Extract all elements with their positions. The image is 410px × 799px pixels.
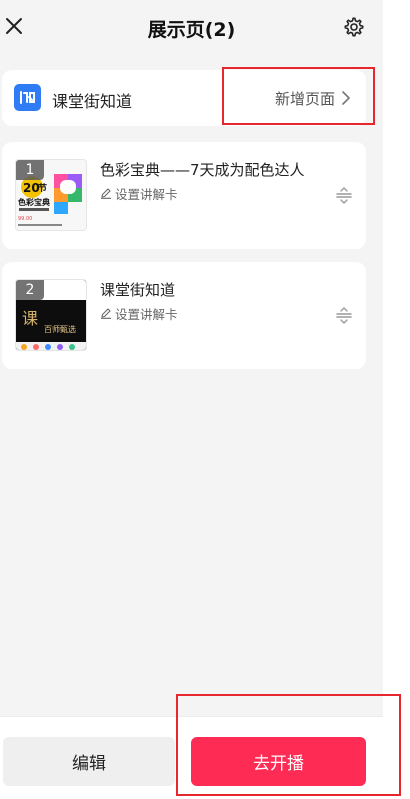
page-index-badge: 2 [16, 280, 44, 300]
thumb-price: 99.00 [18, 216, 32, 222]
chevron-right-icon [342, 91, 350, 105]
set-explain-card-label: 设置讲解卡 [115, 186, 178, 202]
set-explain-card-button[interactable]: 设置讲解卡 [100, 304, 178, 322]
edit-pencil-icon [101, 188, 111, 199]
edit-pencil-icon [101, 308, 111, 319]
thumb-slogan: 百师甄选 [44, 324, 76, 334]
page-thumbnail: 2 课 百师甄选 [15, 279, 87, 351]
header: 展示页(2) [0, 0, 383, 56]
page-list-item[interactable]: 1 20 节 色彩宝典 99.00 色彩宝典——7天成为配色达人 设置讲解卡 [2, 142, 366, 249]
page-thumbnail: 1 20 节 色彩宝典 99.00 [15, 159, 87, 231]
new-page-label: 新增页面 [275, 89, 336, 108]
channel-name: 课堂街知道 [52, 92, 133, 111]
thumb-unit: 节 [38, 182, 47, 194]
page-title-text: 课堂街知道 [100, 281, 176, 299]
channel-card: 课堂街知道 新增页面 [2, 70, 366, 126]
page-index-badge: 1 [16, 160, 44, 180]
gear-icon[interactable] [343, 16, 365, 38]
channel-logo-icon [20, 91, 35, 104]
edit-button[interactable]: 编辑 [3, 737, 175, 786]
page-list-item[interactable]: 2 课 百师甄选 课堂街知道 设置讲解卡 [2, 262, 366, 369]
drag-handle-icon[interactable] [335, 306, 353, 324]
live-setup-screen: 展示页(2) 课堂街知道 新增页面 1 20 节 色彩宝典 99.00 色彩宝典… [0, 0, 383, 799]
page-title: 展示页(2) [147, 19, 236, 41]
page-title-text: 色彩宝典——7天成为配色达人 [100, 161, 305, 179]
thumb-logo-char: 课 [22, 309, 38, 328]
thumb-course-title: 色彩宝典 [18, 197, 50, 207]
bottom-action-bar: 编辑 去开播 [0, 716, 383, 799]
drag-handle-icon[interactable] [335, 186, 353, 204]
start-live-button[interactable]: 去开播 [191, 737, 366, 786]
channel-logo [14, 84, 41, 111]
set-explain-card-label: 设置讲解卡 [115, 306, 178, 322]
set-explain-card-button[interactable]: 设置讲解卡 [100, 184, 178, 202]
new-page-button[interactable]: 新增页面 [275, 87, 351, 109]
